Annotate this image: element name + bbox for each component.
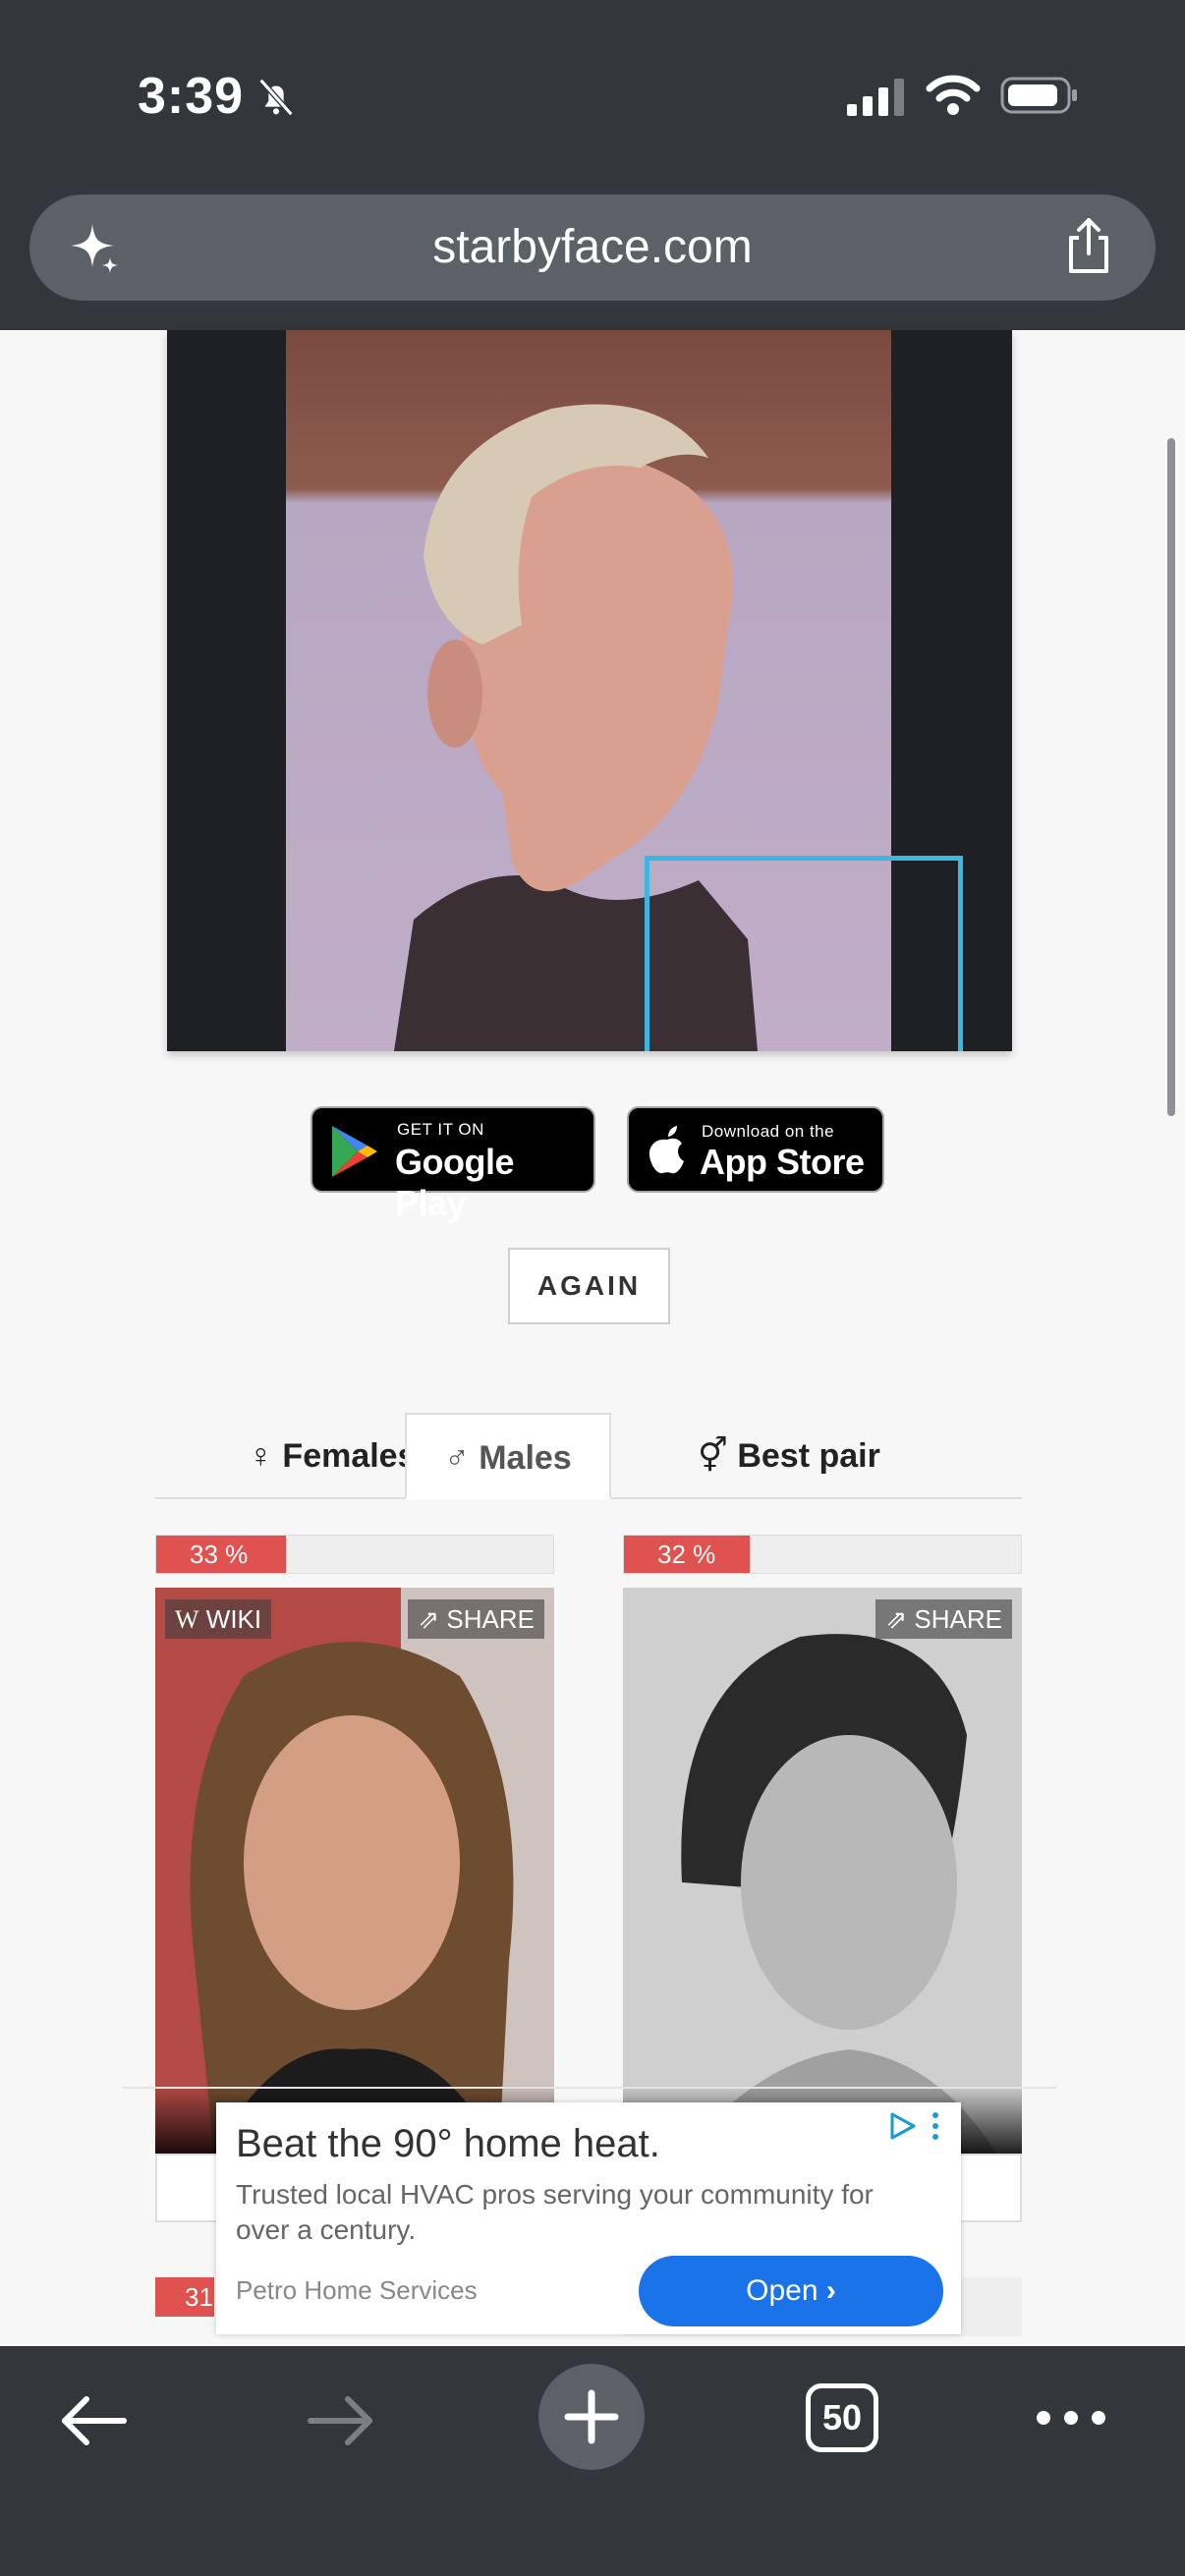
share-link[interactable]: ⇗ SHARE: [408, 1599, 544, 1639]
share-label: SHARE: [446, 1604, 535, 1634]
match-percent: 33 %: [156, 1536, 286, 1573]
browser-top-bar: 3:39 starbyface.com: [0, 0, 1185, 330]
status-time: 3:39: [138, 68, 245, 125]
plus-icon: [564, 2389, 619, 2444]
apple-icon: [649, 1126, 684, 1174]
match-percent: 31: [155, 2277, 214, 2317]
wikipedia-icon: W: [175, 1605, 199, 1634]
gender-tabs: ♀ Females ♂ Males ⚥ Best pair: [155, 1413, 1022, 1499]
ad-banner[interactable]: Beat the 90° home heat. Trusted local HV…: [216, 2102, 961, 2334]
share-link[interactable]: ⇗ SHARE: [875, 1599, 1012, 1639]
app-store-small-text: Download on the: [702, 1122, 835, 1141]
again-button[interactable]: AGAIN: [508, 1248, 670, 1324]
match-percent: 32 %: [624, 1536, 750, 1573]
google-play-icon: [332, 1126, 377, 1177]
new-tab-button[interactable]: [538, 2364, 645, 2470]
cellular-signal-icon: [847, 79, 904, 116]
tab-females-label: Females: [282, 1437, 417, 1475]
tab-best-pair-label: Best pair: [737, 1437, 880, 1475]
google-play-badge[interactable]: GET IT ON Google Play: [310, 1106, 595, 1223]
app-store-badge[interactable]: Download on the App Store: [627, 1106, 884, 1193]
page-scrollbar[interactable]: [1167, 438, 1175, 1116]
chevron-right-icon: ›: [825, 2274, 836, 2307]
more-options-icon[interactable]: [1032, 2393, 1110, 2442]
share-label: SHARE: [914, 1604, 1002, 1634]
google-play-big-text: Google Play: [395, 1142, 515, 1223]
tab-best-pair[interactable]: ⚥ Best pair: [627, 1413, 951, 1499]
google-play-small-text: GET IT ON: [397, 1120, 484, 1139]
back-arrow-icon[interactable]: [55, 2381, 134, 2460]
ad-open-button[interactable]: Open ›: [639, 2256, 943, 2326]
browser-bottom-toolbar: 50: [0, 2346, 1185, 2576]
uploaded-photo-frame: [167, 330, 1012, 1051]
share-icon: ⇗: [885, 1604, 908, 1634]
tab-males[interactable]: ♂ Males: [405, 1413, 611, 1499]
ad-source: Petro Home Services: [236, 2275, 478, 2305]
url-text[interactable]: starbyface.com: [29, 220, 1156, 274]
ad-title[interactable]: Beat the 90° home heat.: [236, 2122, 660, 2166]
wiki-link[interactable]: W WIKI: [165, 1599, 272, 1639]
ad-choices-icon[interactable]: [886, 2110, 918, 2142]
female-icon: ♀: [248, 1437, 273, 1475]
bell-slash-icon: [258, 78, 294, 117]
battery-icon: [1000, 77, 1077, 114]
tab-count-button[interactable]: 50: [806, 2383, 878, 2452]
kebab-menu-icon[interactable]: [930, 2110, 941, 2142]
address-bar[interactable]: starbyface.com: [29, 195, 1156, 301]
detected-face-box: [645, 856, 963, 1051]
wifi-icon: [926, 75, 981, 115]
ad-body: Trusted local HVAC pros serving your com…: [236, 2179, 874, 2245]
match-percent-bar: 32 %: [623, 1535, 1022, 1574]
ad-open-label: Open: [746, 2274, 818, 2307]
app-store-big-text: App Store: [700, 1142, 865, 1182]
match-percent-bar: 33 %: [155, 1535, 554, 1574]
share-icon: ⇗: [418, 1604, 440, 1634]
celebrity-photo[interactable]: ⇗ SHARE Alexander Calvert: [623, 1588, 1022, 2154]
forward-arrow-icon[interactable]: [301, 2381, 379, 2460]
celebrity-photo[interactable]: W WIKI ⇗ SHARE Taylor Kitsch: [155, 1588, 554, 2154]
celebrity-photo-image: [155, 1588, 554, 2154]
tab-males-label: Males: [479, 1439, 572, 1477]
pair-icon: ⚥: [698, 1437, 728, 1475]
celebrity-photo-image: [623, 1588, 1022, 2154]
male-icon: ♂: [444, 1439, 470, 1477]
ad-divider: [122, 2087, 1057, 2089]
share-icon[interactable]: [1061, 216, 1116, 275]
wiki-label: WIKI: [205, 1604, 262, 1634]
